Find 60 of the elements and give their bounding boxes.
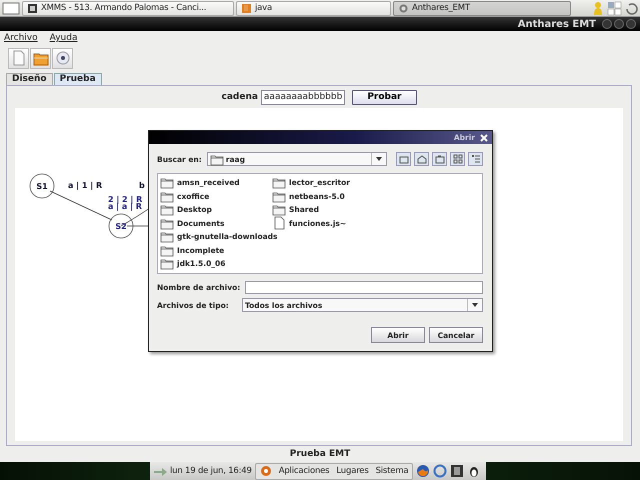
folder-icon: [160, 244, 174, 257]
maximize-icon[interactable]: [614, 19, 624, 29]
window-title: Anthares EMT: [518, 18, 596, 30]
folder-icon: [210, 152, 224, 166]
toolbar-button[interactable]: [52, 48, 73, 68]
tab[interactable]: Diseño: [6, 73, 53, 85]
menu-item[interactable]: Archivo: [4, 33, 38, 43]
folder-icon: [160, 257, 174, 270]
status-text: Prueba EMT: [290, 448, 350, 461]
minimize-icon[interactable]: [602, 19, 612, 29]
state-label: S2: [115, 222, 127, 231]
disc-icon: [54, 50, 70, 66]
file-icon: [272, 216, 286, 230]
transition-line: [50, 190, 112, 220]
state-node[interactable]: [108, 214, 134, 238]
view-button[interactable]: [414, 152, 429, 166]
state-label: S1: [36, 182, 48, 191]
show-desktop-icon[interactable]: [2, 0, 20, 16]
close-icon[interactable]: [626, 19, 636, 29]
taskbar-button[interactable]: XMMS - 513. Armando Palomas - Canci...: [22, 0, 234, 16]
menu-item[interactable]: Ayuda: [50, 33, 78, 43]
folder-icon: [272, 190, 286, 203]
folder-icon: [272, 176, 286, 190]
transition-label: b: [139, 181, 145, 190]
folder-icon: [272, 203, 286, 216]
panel-menu[interactable]: Lugares: [336, 466, 369, 476]
folder-icon: [160, 216, 174, 230]
view-button[interactable]: [432, 152, 447, 166]
transition-label: a | a | R: [108, 202, 142, 211]
input-field[interactable]: aaaaaaaabbbbbb: [260, 90, 346, 104]
panel-menu[interactable]: Sistema: [376, 466, 408, 476]
logo-icon: [260, 465, 272, 477]
taskbar-button[interactable]: java: [236, 0, 391, 16]
panel-menu[interactable]: Aplicaciones: [278, 466, 330, 476]
folder-icon: [160, 190, 174, 203]
toolbar-button[interactable]: [30, 48, 51, 68]
folder-icon: [160, 203, 174, 216]
home-icon: [416, 154, 426, 164]
dropdown-arrow-icon: [471, 302, 479, 308]
view-button[interactable]: [396, 152, 411, 166]
folder-icon: [160, 176, 174, 190]
globe-icon[interactable]: [416, 464, 430, 478]
details-view-icon: [470, 154, 480, 164]
dropdown-arrow-icon: [375, 156, 383, 162]
workspace-switcher-icon[interactable]: [607, 0, 622, 16]
test-button[interactable]: Probar: [352, 90, 416, 104]
ring-icon[interactable]: [433, 464, 448, 478]
list-view-icon: [452, 154, 462, 164]
state-node[interactable]: [30, 174, 54, 198]
transition-label: a | 1 | R: [68, 181, 102, 190]
field-label: cadena: [221, 92, 258, 102]
refresh-icon[interactable]: [624, 1, 638, 15]
tab[interactable]: Prueba: [54, 73, 102, 85]
view-button[interactable]: [468, 152, 483, 166]
folder-icon: [160, 230, 174, 244]
clock[interactable]: lun 19 de jun, 16:49: [170, 466, 252, 476]
new-file-icon: [10, 50, 26, 66]
view-button[interactable]: [450, 152, 465, 166]
taskbar-button[interactable]: Anthares_EMT: [393, 0, 571, 16]
input-field[interactable]: [245, 281, 483, 294]
